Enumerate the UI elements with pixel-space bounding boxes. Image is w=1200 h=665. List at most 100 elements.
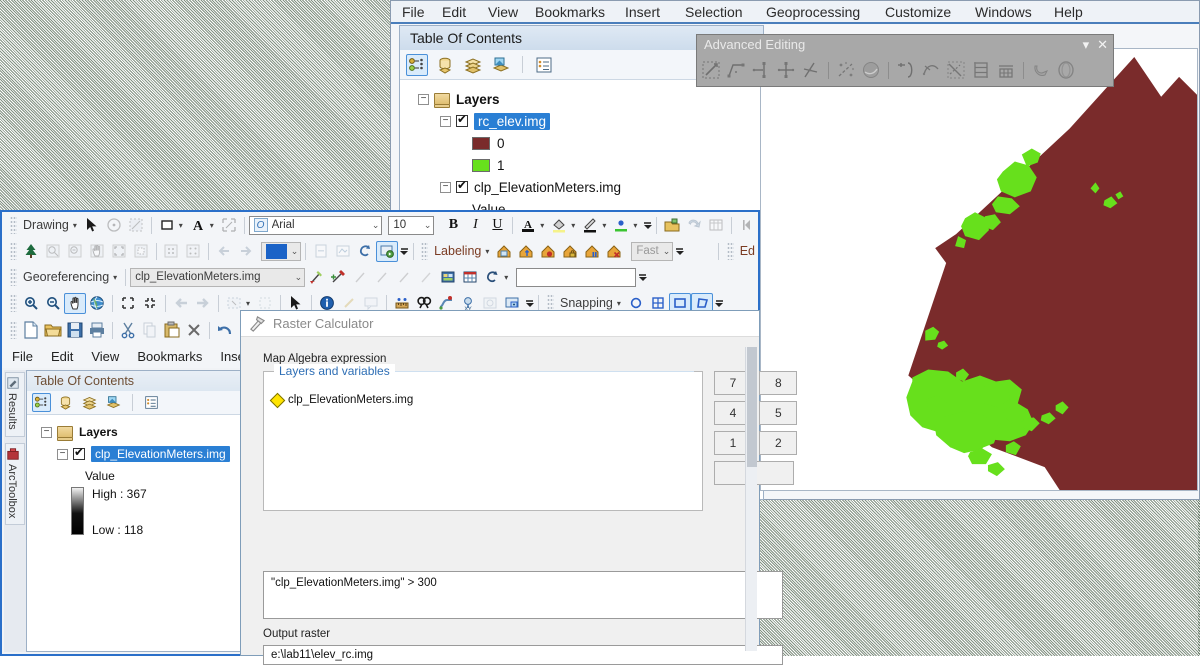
menu-item-view[interactable]: View [481, 2, 525, 22]
side-tab-results[interactable]: Results [5, 372, 25, 437]
add-control-points-icon[interactable] [305, 267, 327, 288]
collapse-icon[interactable]: − [440, 116, 451, 127]
collapse-icon[interactable]: − [57, 449, 68, 460]
copy-icon[interactable] [139, 320, 161, 341]
tile-windows-icon[interactable] [160, 241, 182, 262]
list-by-visibility-icon[interactable] [80, 393, 99, 412]
toolbar-overflow-button[interactable] [638, 268, 647, 286]
refresh-icon[interactable] [683, 215, 705, 236]
menu-item-view[interactable]: View [91, 349, 119, 364]
font-size-combo[interactable]: 10 ⌄ [388, 216, 434, 235]
menu-item-selection[interactable]: Selection [678, 2, 750, 22]
new-rectangle-icon[interactable] [156, 215, 178, 236]
menu-item-edit[interactable]: Edit [435, 2, 473, 22]
key-5[interactable]: 5 [759, 401, 797, 425]
menu-item-file[interactable]: File [395, 2, 432, 22]
toolbar-overflow-button[interactable] [643, 216, 652, 234]
raster-calculator-titlebar[interactable]: Raster Calculator [241, 311, 759, 337]
toc-options-icon[interactable] [533, 54, 555, 76]
mirror-features-icon[interactable] [945, 59, 967, 81]
arrange-windows-icon[interactable] [182, 241, 204, 262]
rotate-georef-icon[interactable] [349, 267, 371, 288]
view-link-table-icon[interactable] [327, 267, 349, 288]
dialog-scrollbar[interactable] [745, 347, 757, 651]
menu-item-bookmarks[interactable]: Bookmarks [137, 349, 202, 364]
chevron-down-icon[interactable]: ▾ [210, 221, 214, 230]
toc-back-layer-clp[interactable]: − clp_ElevationMeters.img [440, 176, 757, 198]
collapse-icon[interactable]: − [418, 94, 429, 105]
menu-item-windows[interactable]: Windows [968, 2, 1039, 22]
chevron-down-icon[interactable]: ▾ [113, 273, 117, 282]
new-text-icon[interactable]: A [187, 215, 209, 236]
chevron-down-icon[interactable]: ▾ [571, 221, 575, 230]
data-view-icon[interactable] [332, 241, 354, 262]
zoom-out-icon[interactable] [42, 293, 64, 314]
font-name-combo[interactable]: O Arial ⌄ [249, 216, 383, 235]
rectify-icon[interactable] [437, 267, 459, 288]
smooth-icon[interactable] [1055, 59, 1077, 81]
variable-list-item[interactable]: clp_ElevationMeters.img [272, 394, 413, 406]
bold-button[interactable]: B [442, 215, 464, 236]
group-icon[interactable] [218, 215, 240, 236]
trim-extend-icon[interactable] [725, 59, 747, 81]
scale-georef-icon[interactable] [371, 267, 393, 288]
toolbar-grip[interactable] [10, 242, 17, 260]
toc-back-root-row[interactable]: − Layers [418, 88, 757, 110]
paste-icon[interactable] [161, 320, 183, 341]
new-map-icon[interactable] [20, 320, 42, 341]
toolbar-grip[interactable] [10, 294, 17, 312]
generalize-icon[interactable] [860, 59, 882, 81]
font-color-icon[interactable]: A [517, 215, 539, 236]
chevron-down-icon[interactable]: ⌄ [291, 272, 303, 283]
chevron-down-icon[interactable]: ▾ [602, 221, 606, 230]
menu-item-customize[interactable]: Customize [878, 2, 958, 22]
chevron-down-icon[interactable]: ▾ [504, 273, 508, 282]
zoom-data-in-icon[interactable] [42, 241, 64, 262]
class-color-swatch-1[interactable] [472, 159, 490, 172]
list-by-drawing-order-icon[interactable] [406, 54, 428, 76]
output-raster-input[interactable]: e:\lab11\elev_rc.img [263, 645, 783, 665]
tree-symbol-icon[interactable] [20, 241, 42, 262]
toolbar-grip[interactable] [10, 268, 17, 286]
label-quality-combo[interactable]: Fast ⌄ [631, 242, 673, 261]
toolbar-grip[interactable] [727, 242, 734, 260]
trim-icon[interactable] [775, 59, 797, 81]
reshape-feature-icon[interactable] [920, 59, 942, 81]
layer-visibility-checkbox[interactable] [456, 115, 468, 127]
italic-button[interactable]: I [464, 215, 486, 236]
label-weight-icon[interactable] [537, 241, 559, 262]
marker-color-icon[interactable] [610, 215, 632, 236]
labeling-menu-label[interactable]: Labeling [431, 244, 484, 258]
toolbar-overflow-button[interactable] [675, 242, 684, 260]
line-color-icon[interactable] [579, 215, 601, 236]
full-extent-icon[interactable] [86, 293, 108, 314]
toolbar-grip[interactable] [10, 216, 17, 234]
list-by-selection-icon[interactable] [490, 54, 512, 76]
open-attribute-table-icon[interactable] [705, 215, 727, 236]
chevron-down-icon[interactable]: ▾ [1083, 36, 1090, 54]
toc-front-root-row[interactable]: − Layers [41, 421, 249, 443]
page-layout-icon[interactable] [310, 241, 332, 262]
advanced-editing-toolbar[interactable]: Advanced Editing ▾ ✕ [696, 34, 1114, 87]
go-forward-icon[interactable] [192, 293, 214, 314]
copy-parallel-icon[interactable] [700, 59, 722, 81]
fit-to-display-icon[interactable] [108, 241, 130, 262]
key-8[interactable]: 8 [759, 371, 797, 395]
collapse-icon[interactable]: − [41, 427, 52, 438]
toc-front-layer-row[interactable]: − clp_ElevationMeters.img [57, 443, 249, 465]
chevron-down-icon[interactable]: ▾ [540, 221, 544, 230]
chevron-down-icon[interactable]: ⌄ [659, 246, 671, 257]
toolbar-grip[interactable] [421, 242, 428, 260]
list-by-drawing-order-icon[interactable] [32, 393, 51, 412]
fixed-zoom-out-icon[interactable] [139, 293, 161, 314]
chevron-down-icon[interactable]: ▾ [73, 221, 77, 230]
menu-item-edit[interactable]: Edit [51, 349, 73, 364]
link-table-grid-icon[interactable] [459, 267, 481, 288]
label-manager-icon[interactable] [493, 241, 515, 262]
refresh-view-icon[interactable] [354, 241, 376, 262]
menu-item-file[interactable]: File [12, 349, 33, 364]
list-by-selection-icon[interactable] [104, 393, 123, 412]
key-2[interactable]: 2 [759, 431, 797, 455]
chevron-down-icon[interactable]: ▾ [246, 299, 250, 308]
zoom-data-out-icon[interactable] [64, 241, 86, 262]
